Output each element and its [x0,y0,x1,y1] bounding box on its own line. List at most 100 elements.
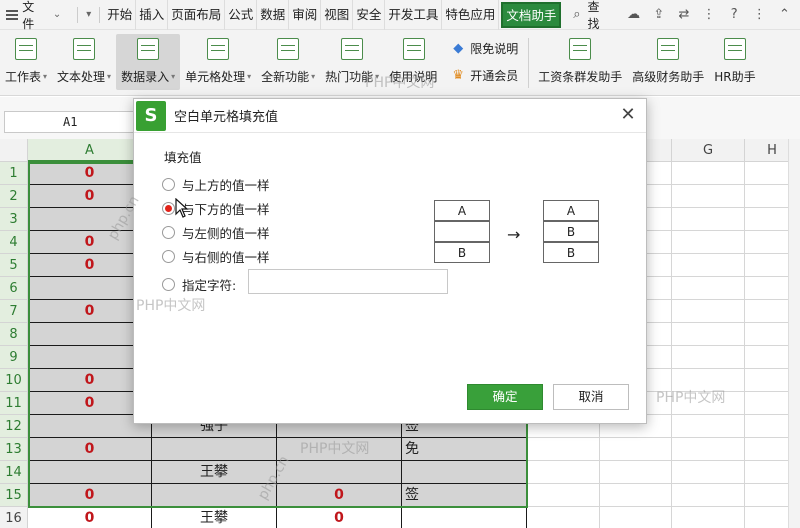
tab-7[interactable]: 视图 [321,0,354,30]
file-menu[interactable]: 文件 ⌄ [0,0,73,31]
cell-A[interactable]: 0 [28,507,152,528]
tab-6[interactable]: 审阅 [289,0,322,30]
help-icon[interactable]: ? [727,7,742,23]
ribbon-extra-button-1[interactable]: 工资条群发助手 [533,34,627,90]
cell-empty[interactable] [672,208,745,231]
row-header[interactable]: 16 [0,507,28,528]
cell-C[interactable]: 0 [277,484,402,507]
free-info-button[interactable]: ◆ 限免说明 [450,40,518,57]
vip-button[interactable]: ♛ 开通会员 [450,67,518,84]
cell-empty[interactable] [672,185,745,208]
row-header[interactable]: 7 [0,300,28,323]
vertical-scrollbar[interactable] [788,139,800,528]
cell-empty[interactable] [672,369,745,392]
fill-option-5[interactable]: 指定字符: [162,275,236,294]
cell-empty[interactable] [672,484,745,507]
tab-9[interactable]: 开发工具 [385,0,443,30]
cell-empty[interactable] [600,507,672,528]
cancel-button[interactable]: 取消 [553,384,629,410]
ribbon-extra-button-2[interactable]: 高级财务助手 [627,34,709,90]
tab-4[interactable]: 公式 [225,0,258,30]
row-header[interactable]: 6 [0,277,28,300]
cell-empty[interactable] [600,484,672,507]
fill-option-1[interactable]: 与上方的值一样 [162,175,270,194]
cell-name-box[interactable]: A1 [4,111,134,133]
cell-empty[interactable] [672,323,745,346]
ok-button[interactable]: 确定 [467,384,543,410]
cell-D[interactable] [402,507,527,528]
cell-empty[interactable] [672,507,745,528]
cell-C[interactable]: 0 [277,507,402,528]
radio-button[interactable] [162,278,175,291]
collapse-ribbon-icon[interactable]: ⌃ [777,7,792,23]
more-icon[interactable]: ⋮ [701,7,716,23]
cell-empty[interactable] [672,162,745,185]
ribbon-button-2[interactable]: 文本处理 ▾ [52,34,116,90]
cell-empty[interactable] [672,254,745,277]
cell-empty[interactable] [600,461,672,484]
cell-C[interactable] [277,461,402,484]
tab-11[interactable]: 文档助手 [501,1,562,28]
tab-3[interactable]: 页面布局 [168,0,226,30]
cell-empty[interactable] [527,461,600,484]
search-box[interactable]: ⌕ 查找 [563,0,616,32]
cell-empty[interactable] [672,461,745,484]
row-header[interactable]: 12 [0,415,28,438]
cell-empty[interactable] [600,438,672,461]
cell-B[interactable] [152,484,277,507]
row-header[interactable]: 11 [0,392,28,415]
fill-option-2[interactable]: 与下方的值一样 [162,199,270,218]
row-header[interactable]: 15 [0,484,28,507]
cell-empty[interactable] [527,438,600,461]
row-header[interactable]: 10 [0,369,28,392]
cell-A[interactable]: 0 [28,484,152,507]
collaborate-icon[interactable]: ⇄ [676,7,691,23]
tab-5[interactable]: 数据 [257,0,290,30]
ribbon-button-3[interactable]: 数据录入 ▾ [116,34,181,90]
cell-empty[interactable] [672,438,745,461]
cell-empty[interactable] [527,507,600,528]
cell-B[interactable]: 王攀 [152,461,277,484]
radio-button[interactable] [162,178,175,191]
cell-empty[interactable] [672,346,745,369]
row-header[interactable]: 9 [0,346,28,369]
tab-8[interactable]: 安全 [353,0,386,30]
cell-empty[interactable] [672,231,745,254]
radio-button[interactable] [162,250,175,263]
ribbon-button-1[interactable]: 工作表 ▾ [0,34,52,90]
cell-B[interactable] [152,438,277,461]
cell-B[interactable]: 王攀 [152,507,277,528]
row-header[interactable]: 2 [0,185,28,208]
select-all-corner[interactable] [0,139,28,162]
ribbon-button-7[interactable]: 使用说明 [384,34,444,90]
row-header[interactable]: 8 [0,323,28,346]
column-header-G[interactable]: G [672,139,745,162]
radio-button[interactable] [162,226,175,239]
row-header[interactable]: 5 [0,254,28,277]
tab-10[interactable]: 特色应用 [442,0,500,30]
fill-option-3[interactable]: 与左侧的值一样 [162,223,270,242]
custom-char-input[interactable] [248,269,448,294]
settings-icon[interactable]: ⋮ [752,7,767,23]
cell-empty[interactable] [672,392,745,415]
row-header[interactable]: 14 [0,461,28,484]
cell-empty[interactable] [527,484,600,507]
close-icon[interactable]: ✕ [618,105,638,125]
cell-empty[interactable] [672,415,745,438]
cell-A[interactable] [28,461,152,484]
ribbon-extra-button-3[interactable]: HR助手 [709,34,760,90]
cell-D[interactable] [402,461,527,484]
ribbon-button-4[interactable]: 单元格处理 ▾ [180,34,256,90]
cell-empty[interactable] [672,277,745,300]
row-header[interactable]: 4 [0,231,28,254]
cell-empty[interactable] [672,300,745,323]
tab-2[interactable]: 插入 [136,0,169,30]
cell-A[interactable]: 0 [28,438,152,461]
row-header[interactable]: 1 [0,162,28,185]
share-icon[interactable]: ⇪ [651,7,666,23]
tab-1[interactable]: 开始 [104,0,137,30]
row-header[interactable]: 13 [0,438,28,461]
quick-access-dropdown-icon[interactable]: ▾ [82,9,95,20]
cloud-sync-icon[interactable]: ☁ [626,7,641,23]
cell-C[interactable] [277,438,402,461]
